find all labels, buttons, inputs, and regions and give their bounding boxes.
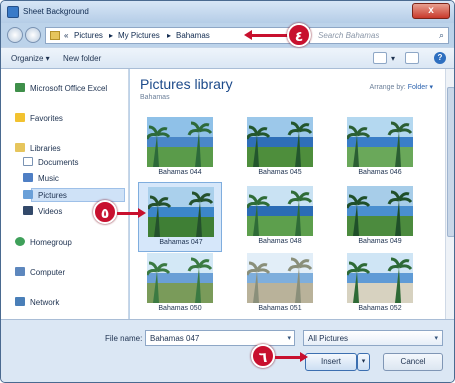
network-icon [15, 297, 25, 306]
back-button[interactable] [7, 27, 23, 43]
library-subtitle: Bahamas [140, 94, 170, 101]
navigation-pane: Microsoft Office Excel Favorites Librari… [1, 69, 129, 319]
search-icon[interactable]: ⌕ [439, 30, 444, 41]
nav-item-pictures[interactable]: Pictures [23, 190, 67, 200]
music-icon [23, 173, 33, 182]
nav-item-music[interactable]: Music [23, 173, 59, 183]
excel-icon [7, 6, 19, 18]
image-thumbnail[interactable]: Bahamas 049 [338, 182, 422, 252]
thumbnail-caption: Bahamas 045 [258, 169, 302, 176]
thumbnail-caption: Bahamas 047 [159, 239, 203, 246]
chevron-down-icon[interactable]: ▾ [287, 334, 291, 342]
documents-icon [23, 157, 33, 166]
thumbnail-caption: Bahamas 049 [358, 238, 402, 245]
image-thumbnail[interactable]: Bahamas 047 [138, 182, 222, 252]
title-bar: Sheet Background x [1, 1, 454, 23]
search-input[interactable]: Search Bahamas ⌕ [309, 27, 449, 44]
breadcrumb-pictures[interactable]: Pictures [74, 31, 103, 40]
photo-preview [347, 253, 413, 303]
callout-arrow [275, 352, 308, 362]
chevron-down-icon: ▾ [434, 335, 438, 342]
image-thumbnail[interactable]: Bahamas 044 [138, 113, 222, 183]
library-title: Pictures library [140, 76, 233, 92]
nav-item-favorites[interactable]: Favorites [15, 113, 63, 123]
step-4-callout: ٤ [287, 23, 311, 47]
arrange-by-value[interactable]: Folder ▾ [408, 84, 433, 91]
command-bar: Organize ▾ New folder ▾ ? [1, 47, 454, 69]
organize-menu[interactable]: Organize ▾ [11, 54, 50, 63]
photo-preview [247, 253, 313, 303]
breadcrumb-my-pictures[interactable]: My Pictures [118, 31, 160, 40]
breadcrumb-separator[interactable]: ▸ [109, 31, 113, 40]
photo-preview [347, 186, 413, 236]
photo-preview [247, 117, 313, 167]
homegroup-icon [15, 237, 25, 246]
nav-item-excel[interactable]: Microsoft Office Excel [15, 83, 107, 93]
view-options-dropdown[interactable]: ▾ [391, 54, 395, 63]
nav-item-videos[interactable]: Videos [23, 206, 62, 216]
preview-pane-icon[interactable] [405, 52, 419, 64]
photo-preview [147, 253, 213, 303]
sheet-background-dialog: Sheet Background x « Pictures ▸ My Pictu… [0, 0, 455, 383]
insert-options-dropdown[interactable]: ▾ [357, 353, 370, 371]
forward-button[interactable] [25, 27, 41, 43]
nav-item-computer[interactable]: Computer [15, 267, 65, 277]
change-view-icon[interactable] [373, 52, 387, 64]
nav-item-libraries[interactable]: Libraries [15, 143, 61, 153]
close-button[interactable]: x [412, 3, 450, 19]
thumbnail-caption: Bahamas 050 [158, 305, 202, 312]
breadcrumb-bahamas[interactable]: Bahamas [176, 31, 210, 40]
pictures-icon [23, 190, 33, 199]
file-name-value: Bahamas 047 [150, 334, 200, 343]
file-type-select[interactable]: All Pictures ▾ [303, 330, 443, 346]
thumbnail-caption: Bahamas 044 [158, 169, 202, 176]
insert-button[interactable]: Insert [305, 353, 357, 371]
computer-icon [15, 267, 25, 276]
photo-preview [148, 187, 214, 237]
window-title: Sheet Background [23, 7, 89, 16]
excel-icon [15, 83, 25, 92]
star-icon [15, 113, 25, 122]
nav-item-homegroup[interactable]: Homegroup [15, 237, 72, 247]
image-thumbnail[interactable]: Bahamas 052 [338, 249, 422, 319]
file-type-value: All Pictures [308, 334, 349, 343]
vertical-scrollbar[interactable] [445, 69, 454, 319]
cancel-button[interactable]: Cancel [383, 353, 443, 371]
file-dialog-footer: File name: Bahamas 047 ▾ All Pictures ▾ … [1, 319, 454, 382]
thumbnail-caption: Bahamas 048 [258, 238, 302, 245]
thumbnail-caption: Bahamas 052 [358, 305, 402, 312]
image-thumbnail[interactable]: Bahamas 048 [238, 182, 322, 252]
file-list: Pictures library Bahamas Arrange by: Fol… [130, 69, 445, 319]
breadcrumb-separator[interactable]: ▸ [167, 31, 171, 40]
help-icon[interactable]: ? [434, 52, 446, 64]
photo-preview [247, 186, 313, 236]
thumbnail-caption: Bahamas 051 [258, 305, 302, 312]
scrollbar-thumb[interactable] [447, 87, 454, 237]
step-6-callout: ٦ [251, 344, 275, 368]
folder-icon [50, 31, 60, 40]
image-thumbnail[interactable]: Bahamas 050 [138, 249, 222, 319]
videos-icon [23, 206, 33, 215]
breadcrumb-overflow[interactable]: « [64, 31, 68, 40]
new-folder-button[interactable]: New folder [63, 54, 101, 63]
arrange-by[interactable]: Arrange by: Folder ▾ [370, 83, 433, 91]
file-name-label: File name: [105, 334, 143, 343]
photo-preview [347, 117, 413, 167]
step-5-callout: ٥ [93, 200, 117, 224]
library-icon [15, 143, 25, 152]
image-thumbnail[interactable]: Bahamas 046 [338, 113, 422, 183]
image-thumbnail[interactable]: Bahamas 051 [238, 249, 322, 319]
nav-item-documents[interactable]: Documents [23, 157, 78, 167]
image-thumbnail[interactable]: Bahamas 045 [238, 113, 322, 183]
address-bar-row: « Pictures ▸ My Pictures ▸ Bahamas Searc… [1, 23, 454, 47]
search-placeholder: Search Bahamas [318, 31, 380, 40]
callout-arrow [117, 208, 146, 218]
photo-preview [147, 117, 213, 167]
file-name-input[interactable]: Bahamas 047 ▾ [145, 330, 295, 346]
callout-arrow [244, 30, 289, 40]
nav-item-network[interactable]: Network [15, 297, 59, 307]
thumbnail-caption: Bahamas 046 [358, 169, 402, 176]
